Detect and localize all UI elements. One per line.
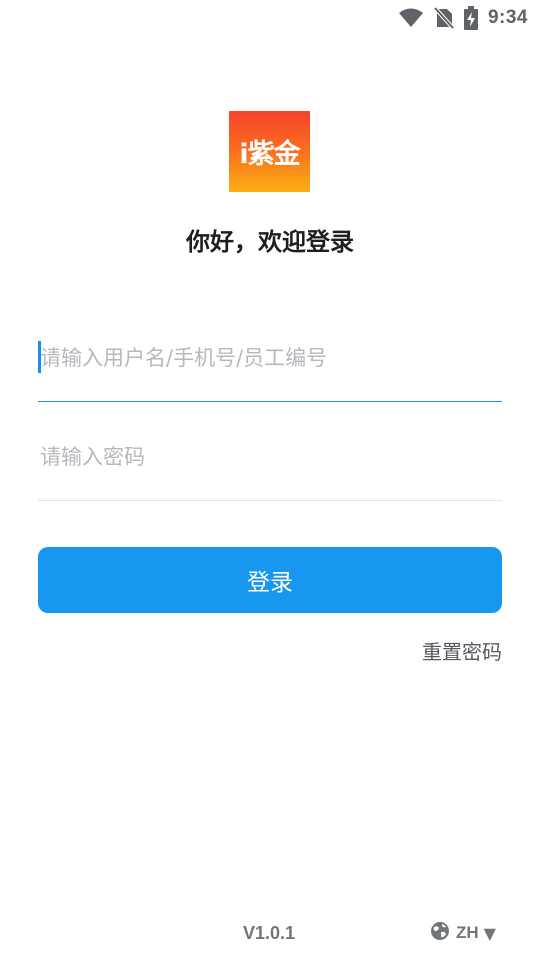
chevron-down-icon: ▼ [483, 923, 496, 943]
app-version: V1.0.1 [243, 923, 296, 943]
language-label: ZH [456, 923, 479, 942]
language-selector[interactable]: ZH ▼ [430, 920, 496, 946]
password-underline [38, 500, 502, 501]
username-underline [38, 401, 502, 402]
text-cursor [38, 341, 41, 373]
status-time: 9:34 [487, 7, 528, 28]
reset-password-link[interactable]: 重置密码 [422, 636, 502, 665]
no-sim-icon [433, 7, 454, 29]
login-button[interactable]: 登录 [38, 547, 502, 613]
welcome-title: 你好，欢迎登录 [186, 228, 354, 256]
username-input[interactable] [38, 335, 502, 381]
globe-icon [430, 921, 450, 945]
login-screen: 9:34 i紫金 你好，欢迎登录 登录 重置密码 V1.0.1 ZH ▼ [0, 0, 540, 960]
battery-charging-icon [463, 6, 478, 30]
wifi-icon [398, 8, 424, 28]
app-logo-text: i紫金 [239, 139, 300, 170]
password-input[interactable] [38, 434, 502, 480]
app-logo: i紫金 [229, 111, 310, 192]
status-bar: 9:34 [0, 0, 540, 36]
